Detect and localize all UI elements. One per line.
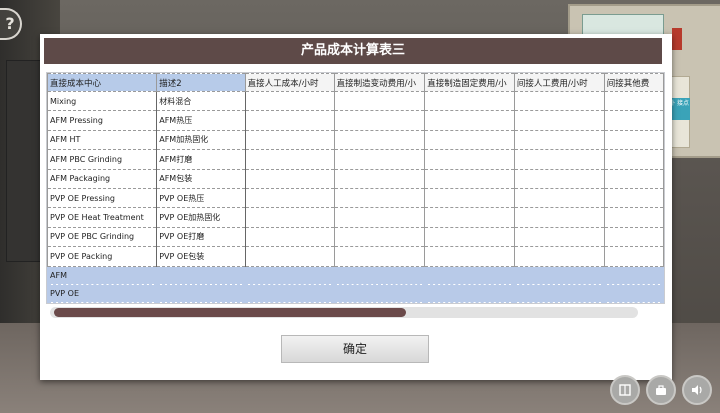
cell-cost-center: AFM PBC Grinding: [47, 149, 158, 170]
cell-value[interactable]: [603, 246, 664, 267]
header-direct-labor: 直接人工成本/小时: [244, 73, 335, 92]
sound-button[interactable]: [682, 375, 712, 405]
cell-description: PVP OE加热固化: [156, 207, 246, 228]
cost-table: 直接成本中心 描述2 直接人工成本/小时 直接制造变动费用/小 直接制造固定费用…: [47, 73, 664, 303]
bottom-toolbar: [610, 375, 712, 405]
cell-value[interactable]: [244, 149, 335, 170]
cell-value[interactable]: [513, 226, 605, 248]
table-row: AFM Packaging AFM包装: [47, 168, 664, 189]
cell-value[interactable]: [424, 187, 515, 209]
group-row: PVP OE: [47, 283, 664, 303]
header-cost-center: 直接成本中心: [47, 73, 158, 92]
cell-value[interactable]: [244, 110, 335, 131]
header-description: 描述2: [156, 73, 246, 92]
cell-cost-center: PVP OE Packing: [47, 246, 158, 267]
cost-table-dialog: 产品成本计算表三 直接成本中心 描述2 直接人工成本/小时 直接制造变动费用/小…: [40, 34, 672, 380]
cell-value[interactable]: [244, 129, 335, 151]
header-indirect-other: 间接其他费: [603, 73, 664, 92]
cell-value[interactable]: [513, 90, 605, 112]
cell-value[interactable]: [333, 149, 426, 170]
cell-value[interactable]: [244, 168, 335, 189]
confirm-button[interactable]: 确定: [281, 335, 429, 363]
cell-value[interactable]: [244, 187, 335, 209]
cell-value[interactable]: [424, 129, 515, 151]
cell-value[interactable]: [333, 207, 426, 228]
cell-value[interactable]: [603, 187, 664, 209]
cell-value[interactable]: [513, 246, 605, 267]
cell-value[interactable]: [244, 246, 335, 267]
group-label: PVP OE: [47, 283, 664, 303]
cell-value[interactable]: [424, 110, 515, 131]
cell-value[interactable]: [424, 168, 515, 189]
cell-value[interactable]: [603, 207, 664, 228]
sound-icon: [692, 385, 702, 395]
cell-cost-center: PVP OE PBC Grinding: [47, 226, 158, 248]
cell-value[interactable]: [333, 129, 426, 151]
book-icon: [619, 384, 631, 396]
cell-cost-center: PVP OE Heat Treatment: [47, 207, 158, 228]
header-indirect-labor: 间接人工费用/小时: [513, 73, 605, 92]
table-row: AFM HT AFM加热固化: [47, 129, 664, 151]
cell-description: AFM加热固化: [156, 129, 246, 151]
cell-cost-center: Mixing: [47, 90, 158, 112]
header-direct-variable: 直接制造变动费用/小: [333, 73, 426, 92]
cell-value[interactable]: [513, 168, 605, 189]
group-label: AFM: [47, 265, 664, 285]
cell-value[interactable]: [513, 110, 605, 131]
table-row: PVP OE Packing PVP OE包装: [47, 246, 664, 267]
cell-value[interactable]: [333, 187, 426, 209]
board-red-marker: [672, 28, 682, 50]
cell-value[interactable]: [513, 129, 605, 151]
cell-cost-center: AFM HT: [47, 129, 158, 151]
cell-description: PVP OE打磨: [156, 226, 246, 248]
bag-button[interactable]: [646, 375, 676, 405]
cell-value[interactable]: [513, 187, 605, 209]
cell-value[interactable]: [333, 110, 426, 131]
cell-value[interactable]: [244, 207, 335, 228]
cell-description: 材料混合: [156, 90, 246, 112]
horizontal-scrollbar-thumb[interactable]: [54, 308, 406, 317]
cell-cost-center: AFM Pressing: [47, 110, 158, 131]
cell-value[interactable]: [424, 90, 515, 112]
cell-value[interactable]: [424, 246, 515, 267]
table-row: AFM PBC Grinding AFM打磨: [47, 149, 664, 170]
cell-value[interactable]: [244, 90, 335, 112]
cost-table-container[interactable]: 直接成本中心 描述2 直接人工成本/小时 直接制造变动费用/小 直接制造固定费用…: [46, 72, 665, 304]
table-row: PVP OE Pressing PVP OE热压: [47, 187, 664, 209]
cell-cost-center: PVP OE Pressing: [47, 187, 158, 209]
header-direct-fixed: 直接制造固定费用/小: [424, 73, 515, 92]
cell-value[interactable]: [603, 90, 664, 112]
cell-value[interactable]: [424, 207, 515, 228]
cell-value[interactable]: [333, 90, 426, 112]
table-row: PVP OE PBC Grinding PVP OE打磨: [47, 226, 664, 248]
cell-description: PVP OE包装: [156, 246, 246, 267]
cell-description: AFM包装: [156, 168, 246, 189]
cell-value[interactable]: [424, 226, 515, 248]
table-row: AFM Pressing AFM热压: [47, 110, 664, 131]
cell-description: AFM热压: [156, 110, 246, 131]
cell-value[interactable]: [244, 226, 335, 248]
cell-value[interactable]: [603, 129, 664, 151]
cell-value[interactable]: [333, 246, 426, 267]
cell-cost-center: AFM Packaging: [47, 168, 158, 189]
cell-value[interactable]: [603, 149, 664, 170]
bag-icon: [656, 385, 666, 395]
table-row: Mixing 材料混合: [47, 90, 664, 112]
cell-value[interactable]: [603, 168, 664, 189]
cell-value[interactable]: [603, 226, 664, 248]
cell-value[interactable]: [333, 226, 426, 248]
cell-value[interactable]: [513, 149, 605, 170]
book-button[interactable]: [610, 375, 640, 405]
table-row: PVP OE Heat Treatment PVP OE加热固化: [47, 207, 664, 228]
group-row: AFM: [47, 265, 664, 285]
cell-value[interactable]: [333, 168, 426, 189]
dialog-title: 产品成本计算表三: [44, 38, 662, 64]
cell-value[interactable]: [424, 149, 515, 170]
cell-description: AFM打磨: [156, 149, 246, 170]
cell-description: PVP OE热压: [156, 187, 246, 209]
cell-value[interactable]: [513, 207, 605, 228]
cell-value[interactable]: [603, 110, 664, 131]
table-header-row: 直接成本中心 描述2 直接人工成本/小时 直接制造变动费用/小 直接制造固定费用…: [47, 73, 664, 92]
